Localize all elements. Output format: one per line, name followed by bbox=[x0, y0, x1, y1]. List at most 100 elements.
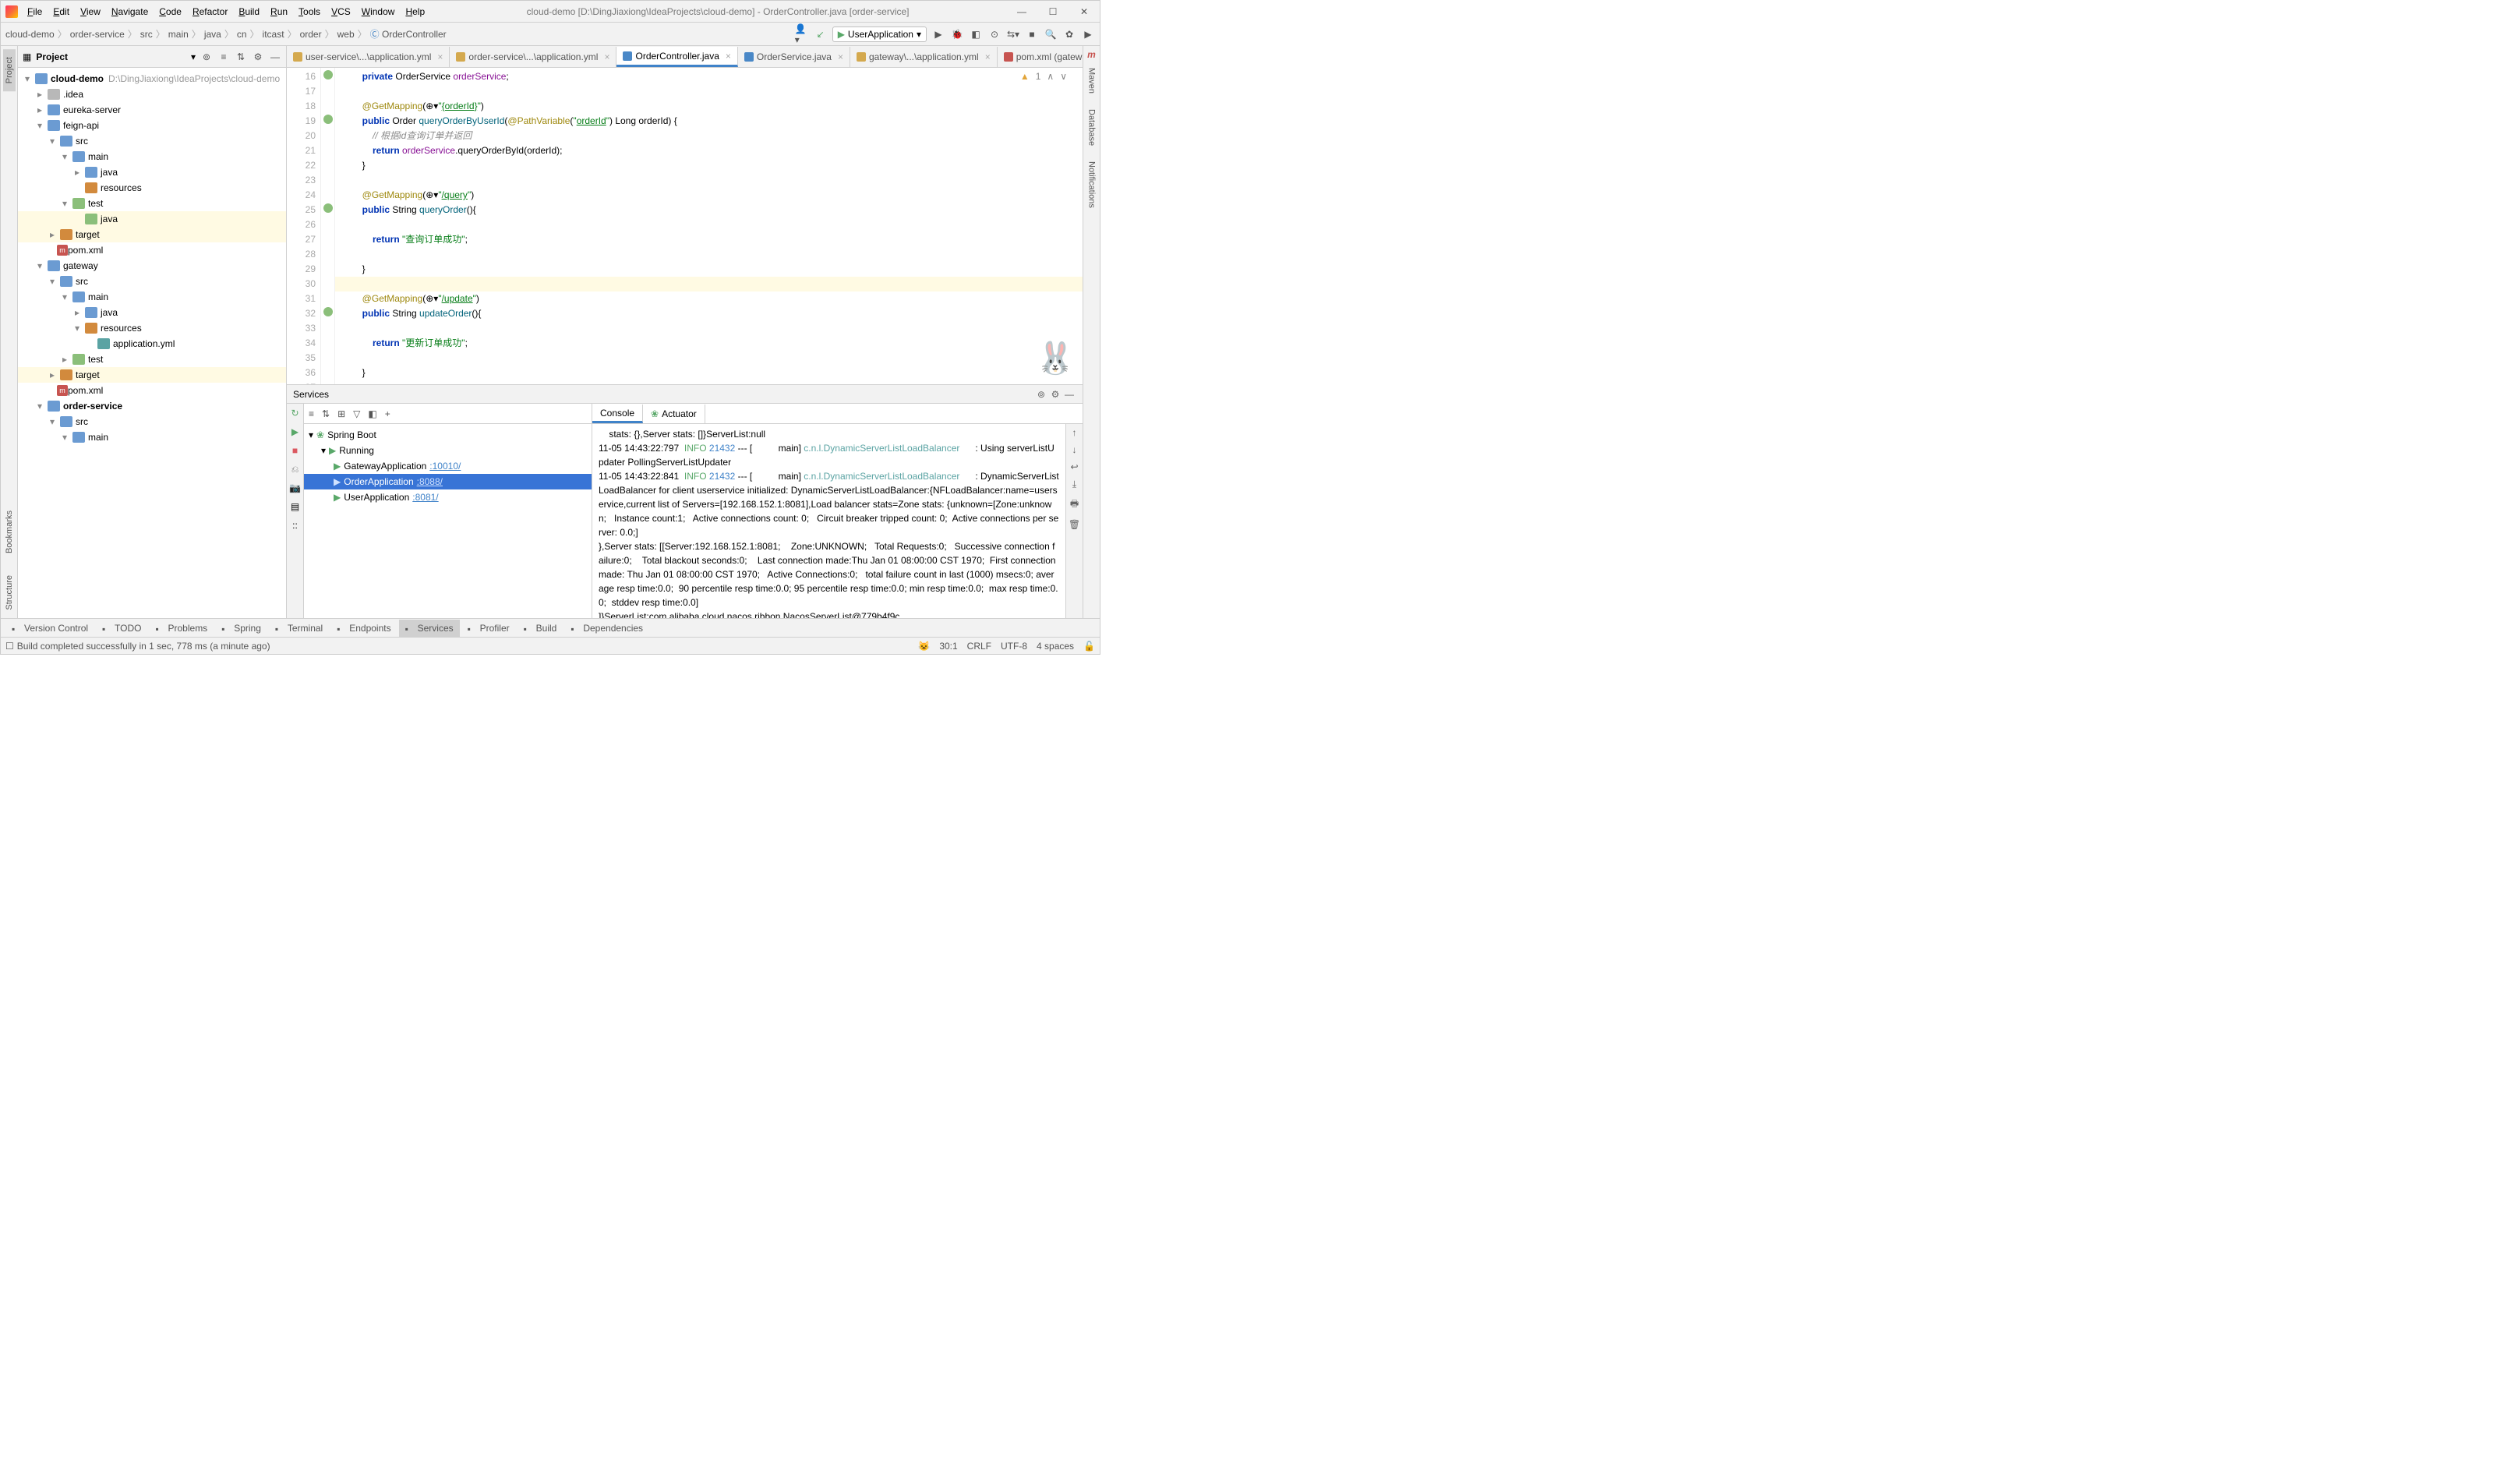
emoji-icon[interactable]: 😺 bbox=[918, 641, 930, 652]
tree-item[interactable]: ▾src bbox=[18, 414, 286, 429]
crumb-1[interactable]: order-service bbox=[70, 29, 125, 40]
build-hammer-icon[interactable]: ↙ bbox=[814, 27, 828, 41]
prev-highlight-icon[interactable]: ∧ bbox=[1047, 71, 1054, 82]
menu-code[interactable]: Code bbox=[154, 5, 186, 19]
menu-refactor[interactable]: Refactor bbox=[188, 5, 232, 19]
bottom-tab-version-control[interactable]: ▪Version Control bbox=[5, 620, 94, 637]
scroll-to-end-icon[interactable]: ⤓ bbox=[1072, 479, 1076, 490]
close-tab-icon[interactable]: × bbox=[604, 51, 609, 62]
menu-build[interactable]: Build bbox=[234, 5, 264, 19]
editor-tab[interactable]: user-service\...\application.yml× bbox=[287, 47, 450, 67]
project-tree[interactable]: ▾cloud-demoD:\DingJiaxiong\IdeaProjects\… bbox=[18, 68, 286, 618]
soft-wrap-icon[interactable]: ↩ bbox=[1070, 461, 1078, 472]
editor-tab[interactable]: pom.xml (gatewa× bbox=[998, 47, 1083, 67]
tree-item[interactable]: ▸java bbox=[18, 164, 286, 180]
user-icon[interactable]: 👤▾ bbox=[795, 27, 809, 41]
editor-tab[interactable]: order-service\...\application.yml× bbox=[450, 47, 616, 67]
tree-item[interactable]: resources bbox=[18, 180, 286, 196]
tree-item[interactable]: application.yml bbox=[18, 336, 286, 352]
services-tree-item[interactable]: ▶UserApplication :8081/ bbox=[304, 489, 592, 505]
services-tree-item[interactable]: ▾▶Running bbox=[304, 443, 592, 458]
filter-icon[interactable]: ▽ bbox=[353, 408, 360, 419]
stop-icon[interactable]: ■ bbox=[289, 444, 302, 457]
scroll-down-icon[interactable]: ↓ bbox=[1072, 444, 1077, 455]
actuator-tab[interactable]: ❀Actuator bbox=[643, 405, 705, 423]
tree-item[interactable]: ▾main bbox=[18, 289, 286, 305]
menu-tools[interactable]: Tools bbox=[294, 5, 325, 19]
indent-config[interactable]: 4 spaces bbox=[1037, 641, 1074, 652]
chevron-icon[interactable]: ▾ bbox=[23, 73, 32, 84]
print-icon[interactable]: 🖶 bbox=[1070, 496, 1079, 513]
code-text[interactable]: private OrderService orderService; @GetM… bbox=[335, 68, 1083, 384]
chevron-icon[interactable]: ▾ bbox=[60, 198, 69, 209]
menu-vcs[interactable]: VCS bbox=[327, 5, 355, 19]
crumb-0[interactable]: cloud-demo bbox=[5, 29, 55, 40]
menu-view[interactable]: View bbox=[76, 5, 105, 19]
search-everywhere-button[interactable]: 🔍 bbox=[1044, 27, 1058, 41]
thread-dump-icon[interactable]: ⎌ bbox=[289, 463, 302, 475]
chevron-icon[interactable]: ▾ bbox=[48, 276, 57, 287]
crumb-6[interactable]: itcast bbox=[263, 29, 284, 40]
services-options-icon[interactable]: ⊚ bbox=[1034, 389, 1048, 400]
expand-all-icon[interactable]: ≡ bbox=[217, 51, 230, 63]
add-icon[interactable]: + bbox=[385, 408, 390, 419]
chevron-icon[interactable]: ▾ bbox=[60, 432, 69, 443]
run-anything-button[interactable]: ▶ bbox=[1081, 27, 1095, 41]
tree-item[interactable]: mpom.xml bbox=[18, 383, 286, 398]
gutter-run-icon[interactable] bbox=[323, 115, 333, 124]
readonly-lock-icon[interactable]: 🔓 bbox=[1083, 641, 1095, 652]
chevron-icon[interactable]: ▾ bbox=[309, 429, 313, 440]
menu-edit[interactable]: Edit bbox=[48, 5, 74, 19]
bottom-tab-endpoints[interactable]: ▪Endpoints bbox=[330, 620, 397, 637]
hide-panel-icon[interactable]: — bbox=[269, 51, 281, 63]
maven-icon[interactable]: m bbox=[1087, 49, 1096, 60]
bottom-tab-profiler[interactable]: ▪Profiler bbox=[461, 620, 516, 637]
crumb-7[interactable]: order bbox=[300, 29, 322, 40]
tree-item[interactable]: mpom.xml bbox=[18, 242, 286, 258]
camera-icon[interactable]: 📷 bbox=[289, 482, 302, 494]
chevron-icon[interactable]: ▸ bbox=[35, 104, 44, 115]
layout-icon[interactable]: ▤ bbox=[289, 500, 302, 513]
tree-item[interactable]: ▸target bbox=[18, 367, 286, 383]
bookmark-icon[interactable]: ◧ bbox=[368, 408, 376, 419]
caret-position[interactable]: 30:1 bbox=[939, 641, 957, 652]
debug-button[interactable]: 🐞 bbox=[950, 27, 964, 41]
bottom-tab-terminal[interactable]: ▪Terminal bbox=[269, 620, 329, 637]
crumb-3[interactable]: main bbox=[168, 29, 189, 40]
run-icon[interactable]: ▶ bbox=[289, 426, 302, 438]
hide-panel-icon[interactable]: — bbox=[1062, 389, 1076, 400]
database-tool-button[interactable]: Database bbox=[1086, 101, 1098, 154]
tree-item[interactable]: ▾order-service bbox=[18, 398, 286, 414]
code-editor[interactable]: 1617181920212223242526272829303132333435… bbox=[287, 68, 1083, 384]
app-port-link[interactable]: :8081/ bbox=[412, 492, 438, 503]
grid-icon[interactable]: ⊞ bbox=[337, 408, 345, 419]
tree-item[interactable]: ▸test bbox=[18, 352, 286, 367]
tree-item[interactable]: ▸.idea bbox=[18, 87, 286, 102]
settings-icon[interactable]: ⚙ bbox=[252, 51, 264, 63]
chevron-icon[interactable]: ▸ bbox=[48, 229, 57, 240]
menu-run[interactable]: Run bbox=[266, 5, 292, 19]
profile-button[interactable]: ⊙ bbox=[987, 27, 1001, 41]
tree-item[interactable]: ▾main bbox=[18, 149, 286, 164]
gear-icon[interactable]: ⚙ bbox=[1048, 389, 1062, 400]
close-button[interactable]: ✕ bbox=[1069, 1, 1100, 23]
attach-button[interactable]: ⇆▾ bbox=[1006, 27, 1020, 41]
tree-item[interactable]: ▾src bbox=[18, 133, 286, 149]
chevron-down-icon[interactable]: ▾ bbox=[191, 51, 196, 62]
tree-item[interactable]: ▾cloud-demoD:\DingJiaxiong\IdeaProjects\… bbox=[18, 71, 286, 87]
coverage-button[interactable]: ◧ bbox=[969, 27, 983, 41]
maximize-button[interactable]: ☐ bbox=[1037, 1, 1069, 23]
select-opened-file-icon[interactable]: ⊚ bbox=[200, 51, 213, 63]
file-encoding[interactable]: UTF-8 bbox=[1001, 641, 1027, 652]
app-port-link[interactable]: :10010/ bbox=[429, 461, 461, 472]
close-tab-icon[interactable]: × bbox=[726, 51, 731, 62]
maven-tool-button[interactable]: Maven bbox=[1086, 60, 1098, 101]
tree-item[interactable]: ▸target bbox=[18, 227, 286, 242]
structure-tool-button[interactable]: Structure bbox=[3, 567, 16, 618]
menu-help[interactable]: Help bbox=[401, 5, 429, 19]
editor-tab[interactable]: OrderService.java× bbox=[738, 47, 850, 67]
chevron-icon[interactable]: ▾ bbox=[72, 323, 82, 334]
chevron-icon[interactable]: ▾ bbox=[321, 445, 326, 456]
expand-icon[interactable]: ≡ bbox=[309, 408, 314, 419]
services-tree-item[interactable]: ▶OrderApplication :8088/ bbox=[304, 474, 592, 489]
